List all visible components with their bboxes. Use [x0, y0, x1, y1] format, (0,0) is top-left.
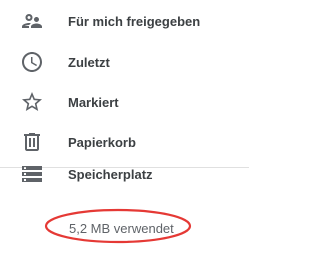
sidebar-item-label: Papierkorb — [68, 134, 136, 150]
people-icon — [20, 9, 44, 33]
sidebar-item-starred[interactable]: Markiert — [0, 82, 249, 122]
sidebar-item-shared-with-me[interactable]: Für mich freigegeben — [0, 1, 249, 41]
sidebar-item-label: Speicherplatz — [68, 166, 153, 182]
clock-icon — [20, 50, 44, 74]
trash-icon — [20, 130, 44, 154]
sidebar-item-label: Zuletzt — [68, 54, 110, 70]
sidebar-item-label: Markiert — [68, 94, 119, 110]
star-icon — [20, 90, 44, 114]
storage-usage-text: 5,2 MB verwendet — [69, 221, 174, 236]
storage-icon — [20, 162, 44, 186]
sidebar-item-label: Für mich freigegeben — [68, 13, 201, 29]
sidebar-item-storage[interactable]: Speicherplatz — [0, 154, 249, 194]
sidebar-item-recent[interactable]: Zuletzt — [0, 42, 249, 82]
